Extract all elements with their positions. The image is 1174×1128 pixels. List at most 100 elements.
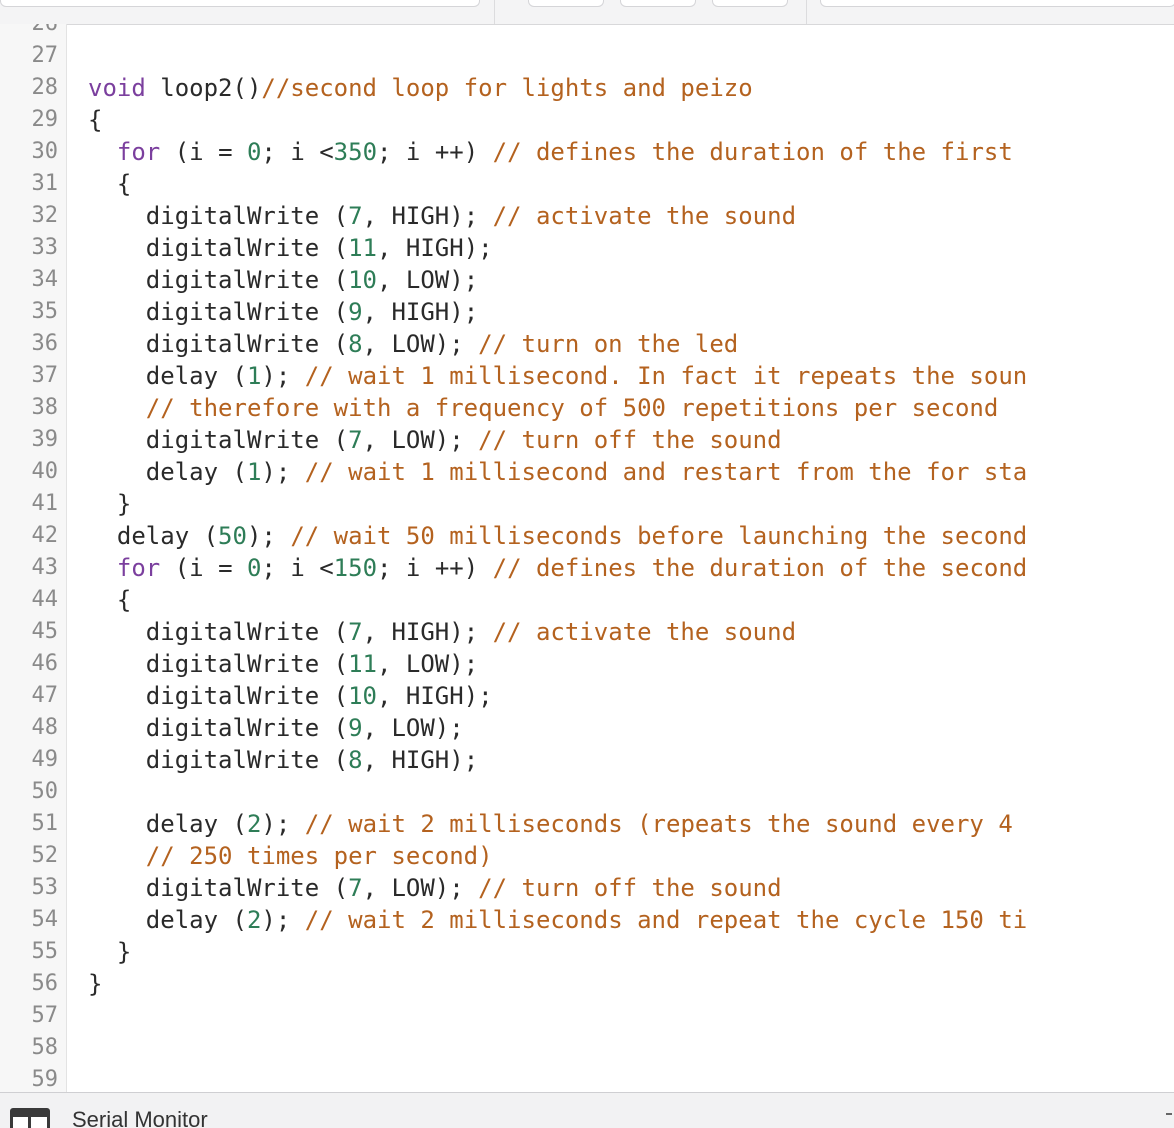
code-comment: // therefore with a frequency of 500 rep…	[145, 394, 999, 422]
code-comment: // activate the sound	[492, 618, 797, 646]
code-line[interactable]: 51 delay (2); // wait 2 milliseconds (re…	[0, 808, 1174, 840]
code-keyword: for	[116, 554, 161, 582]
code-line[interactable]: 53 digitalWrite (7, LOW); // turn off th…	[0, 872, 1174, 904]
code-line[interactable]: 34 digitalWrite (10, LOW);	[0, 264, 1174, 296]
code-number: 350	[333, 138, 378, 166]
code-line[interactable]: 38 // therefore with a frequency of 500 …	[0, 392, 1174, 424]
code-line[interactable]: 47 digitalWrite (10, HIGH);	[0, 680, 1174, 712]
code-comment: // wait 50 milliseconds before launching…	[290, 522, 1028, 550]
code-token: );	[261, 810, 305, 838]
code-token: digitalWrite (	[88, 618, 349, 646]
code-number: 11	[348, 650, 377, 678]
code-number: 7	[348, 618, 363, 646]
code-number: 50	[218, 522, 247, 550]
code-token: ; i <	[261, 554, 334, 582]
code-token: , HIGH);	[362, 618, 493, 646]
line-number: 49	[31, 747, 59, 772]
code-line[interactable]: 54 delay (2); // wait 2 milliseconds and…	[0, 904, 1174, 936]
code-comment: // turn on the led	[478, 330, 739, 358]
code-comment: // wait 2 milliseconds and repeat the cy…	[304, 906, 1028, 934]
code-line[interactable]: 42 delay (50); // wait 50 milliseconds b…	[0, 520, 1174, 552]
code-text: }	[88, 488, 131, 520]
code-token: , LOW);	[377, 266, 479, 294]
code-line[interactable]: 26	[0, 24, 1174, 40]
code-line[interactable]: 37 delay (1); // wait 1 millisecond. In …	[0, 360, 1174, 392]
code-token: delay (	[88, 362, 247, 390]
toolbar-tab-left[interactable]	[0, 0, 480, 7]
code-line[interactable]: 59	[0, 1064, 1174, 1092]
line-number: 58	[31, 1035, 59, 1060]
code-line[interactable]: 45 digitalWrite (7, HIGH); // activate t…	[0, 616, 1174, 648]
toolbar-button[interactable]	[712, 0, 788, 7]
code-token: }	[88, 490, 132, 518]
code-token: delay (	[88, 906, 247, 934]
code-text: digitalWrite (7, LOW); // turn off the s…	[88, 872, 782, 904]
code-line[interactable]: 40 delay (1); // wait 1 millisecond and …	[0, 456, 1174, 488]
code-line[interactable]: 46 digitalWrite (11, LOW);	[0, 648, 1174, 680]
code-line[interactable]: 32 digitalWrite (7, HIGH); // activate t…	[0, 200, 1174, 232]
panel-toggle-icon[interactable]	[1166, 1113, 1172, 1119]
code-line[interactable]: 35 digitalWrite (9, HIGH);	[0, 296, 1174, 328]
code-token: ; i ++)	[377, 138, 493, 166]
ide-window: 262728void loop2()//second loop for ligh…	[0, 0, 1174, 1128]
toolbar-button[interactable]	[528, 0, 604, 7]
top-toolbar	[0, 0, 1174, 25]
code-line[interactable]: 31 {	[0, 168, 1174, 200]
code-text: delay (1); // wait 1 millisecond. In fac…	[88, 360, 1027, 392]
code-line[interactable]: 49 digitalWrite (8, HIGH);	[0, 744, 1174, 776]
line-number: 56	[31, 971, 59, 996]
code-token: delay (	[88, 522, 219, 550]
line-number: 38	[31, 395, 59, 420]
code-line[interactable]: 27	[0, 40, 1174, 72]
code-editor[interactable]: 262728void loop2()//second loop for ligh…	[0, 24, 1174, 1092]
code-line[interactable]: 43 for (i = 0; i <150; i ++) // defines …	[0, 552, 1174, 584]
code-token: );	[261, 362, 305, 390]
code-line[interactable]: 52 // 250 times per second)	[0, 840, 1174, 872]
code-comment: // 250 times per second)	[145, 842, 493, 870]
code-token: , HIGH);	[377, 234, 493, 262]
line-number: 34	[31, 267, 59, 292]
code-token: {	[88, 170, 132, 198]
code-line[interactable]: 36 digitalWrite (8, LOW); // turn on the…	[0, 328, 1174, 360]
code-text: delay (2); // wait 2 milliseconds (repea…	[88, 808, 1013, 840]
code-line[interactable]: 48 digitalWrite (9, LOW);	[0, 712, 1174, 744]
code-comment: //second loop for lights and peizo	[261, 74, 753, 102]
line-number: 43	[31, 555, 59, 580]
line-number: 55	[31, 939, 59, 964]
line-number: 47	[31, 683, 59, 708]
code-line[interactable]: 33 digitalWrite (11, HIGH);	[0, 232, 1174, 264]
code-line[interactable]: 55 }	[0, 936, 1174, 968]
code-line[interactable]: 57	[0, 1000, 1174, 1032]
code-token: digitalWrite (	[88, 298, 349, 326]
code-line[interactable]: 50	[0, 776, 1174, 808]
code-comment: // turn off the sound	[478, 426, 782, 454]
code-line[interactable]: 58	[0, 1032, 1174, 1064]
code-text: {	[88, 168, 131, 200]
toolbar-tab-right[interactable]	[820, 0, 1174, 7]
line-number: 26	[0, 24, 59, 40]
line-number: 59	[31, 1067, 59, 1092]
code-line[interactable]: 28 void loop2()//second loop for lights a…	[0, 72, 1174, 104]
code-text: void loop2()//second loop for lights and…	[88, 72, 753, 104]
code-number: 8	[348, 746, 363, 774]
code-line[interactable]: 56}	[0, 968, 1174, 1000]
code-line[interactable]: 41 }	[0, 488, 1174, 520]
code-number: 9	[348, 298, 363, 326]
code-line[interactable]: 44 {	[0, 584, 1174, 616]
code-comment: // defines the duration of the first	[492, 138, 1013, 166]
code-number: 10	[348, 682, 377, 710]
toolbar-button[interactable]	[620, 0, 696, 7]
serial-monitor-panel-header[interactable]: Serial Monitor	[0, 1092, 1174, 1128]
code-number: 2	[246, 810, 262, 838]
code-token: digitalWrite (	[88, 746, 349, 774]
code-line[interactable]: 30 for (i = 0; i <350; i ++) // defines …	[0, 136, 1174, 168]
code-comment: // turn off the sound	[478, 874, 782, 902]
code-number: 9	[348, 714, 363, 742]
code-line[interactable]: 29 {	[0, 104, 1174, 136]
code-token: (i =	[160, 138, 247, 166]
code-token: digitalWrite (	[88, 650, 349, 678]
code-line[interactable]: 39 digitalWrite (7, LOW); // turn off th…	[0, 424, 1174, 456]
line-number: 33	[31, 235, 59, 260]
